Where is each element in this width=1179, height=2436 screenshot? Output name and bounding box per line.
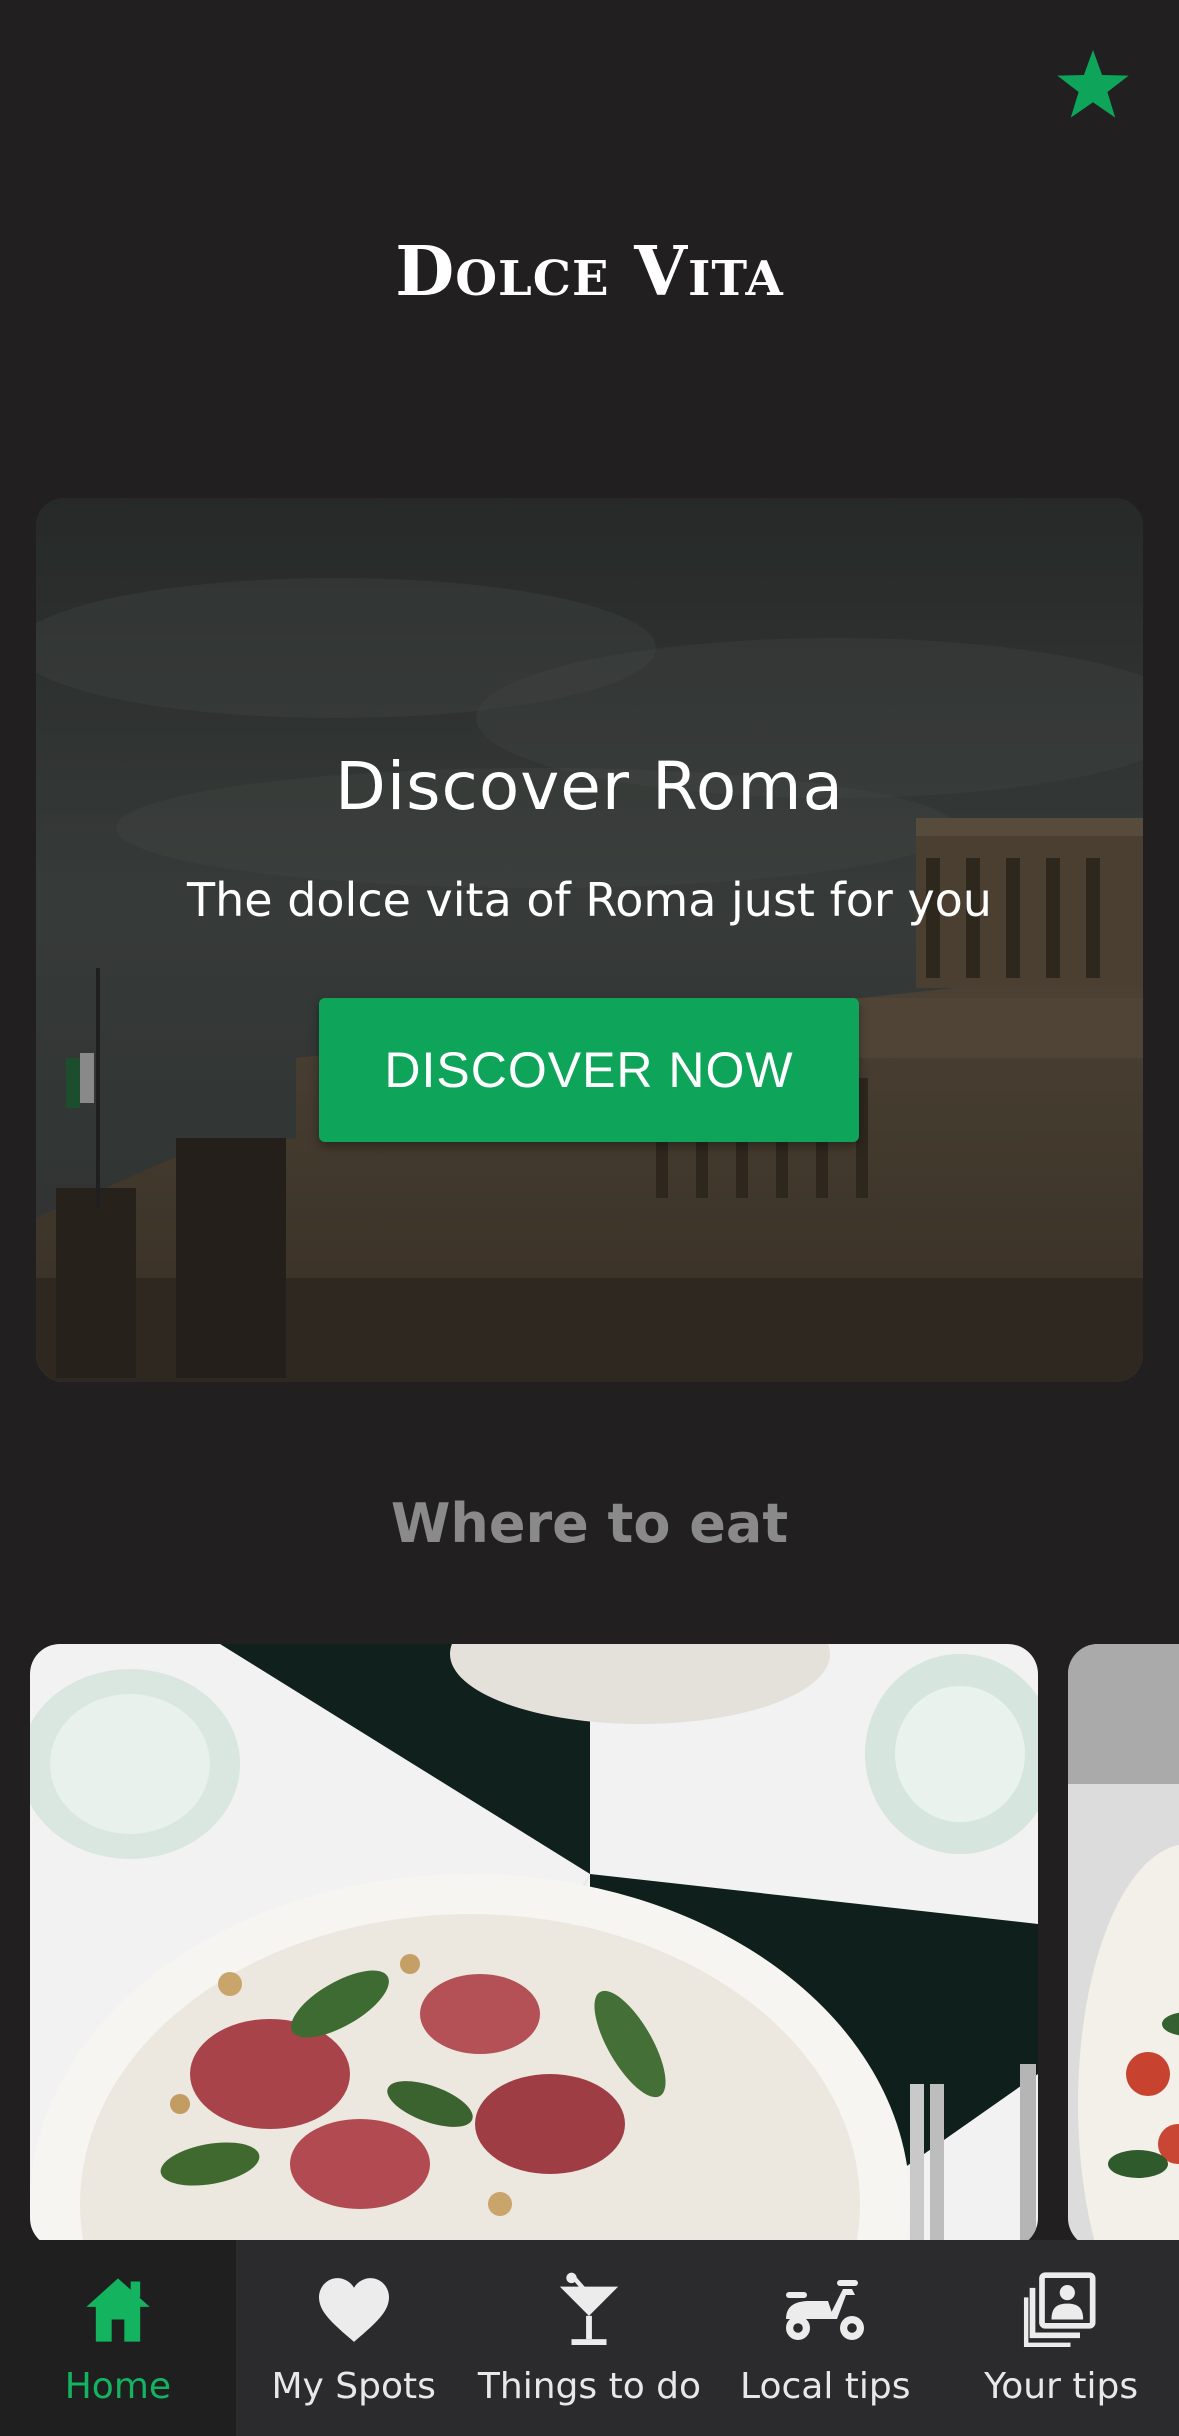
hero-title: Discover Roma [335,748,844,825]
scooter-icon [780,2268,870,2352]
hero-subtitle: The dolce vita of Roma just for you [187,873,992,927]
hero-content: Discover Roma The dolce vita of Roma jus… [36,498,1143,1382]
restaurant-card[interactable] [30,1644,1038,2248]
home-icon [73,2268,163,2352]
tab-label: Things to do [477,2366,702,2407]
tab-local-tips[interactable]: Local tips [707,2240,943,2436]
cocktail-icon [544,2268,634,2352]
tab-home[interactable]: Home [0,2240,236,2436]
restaurant-image [30,1644,1038,2248]
photos-icon [1016,2268,1106,2352]
tab-label: Home [64,2366,172,2407]
star-icon [1057,50,1129,118]
tab-my-spots[interactable]: My Spots [236,2240,472,2436]
tab-label: My Spots [271,2366,436,2407]
discover-now-button[interactable]: DISCOVER NOW [319,998,859,1142]
bottom-tab-bar: Home My Spots Things to do Local tips Yo… [0,2240,1179,2436]
heart-icon [309,2268,399,2352]
tab-things-to-do[interactable]: Things to do [472,2240,708,2436]
favorites-button[interactable] [1051,44,1135,128]
tab-label: Local tips [740,2366,911,2407]
hero-card[interactable]: Discover Roma The dolce vita of Roma jus… [36,498,1143,1382]
restaurant-card[interactable] [1068,1644,1179,2248]
app-screen: Dolce Vita Discover Roma The dolce vita … [0,0,1179,2436]
app-title: Dolce Vita [395,232,784,312]
tab-your-tips[interactable]: Your tips [943,2240,1179,2436]
tab-label: Your tips [984,2366,1139,2407]
restaurant-image [1068,1644,1179,2248]
section-title-where-to-eat: Where to eat [390,1492,789,1555]
